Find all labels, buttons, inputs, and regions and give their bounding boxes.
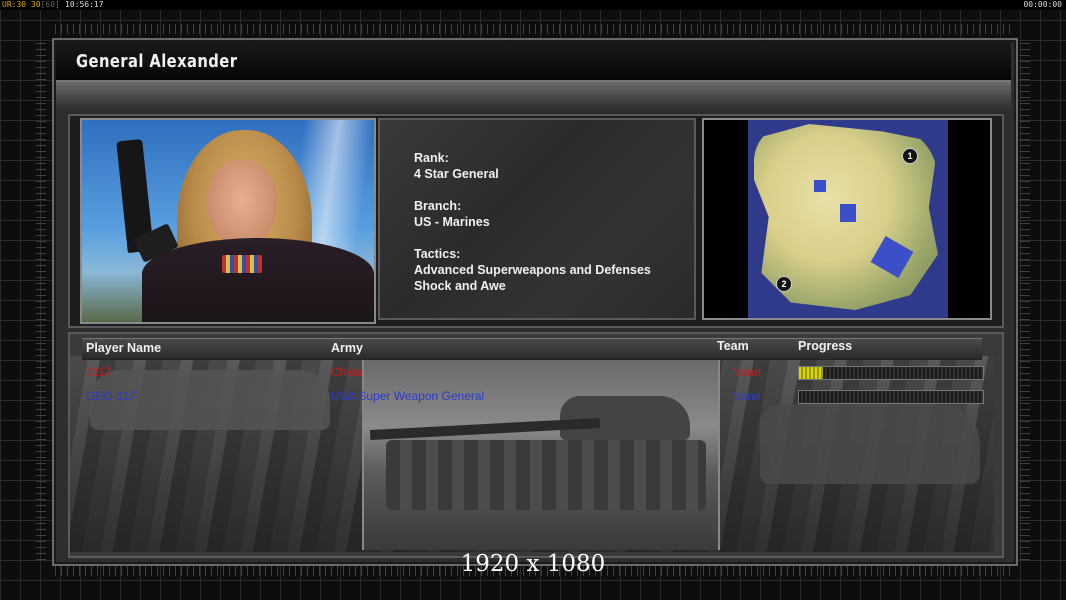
progress-fill [799,367,823,379]
start-position-marker: 1 [902,148,918,164]
header-progress: Progress [798,339,853,353]
general-portrait [80,118,376,324]
table-row: 3117 China None [82,363,988,383]
players-table-header: Player Name Army Team Progress [82,338,982,360]
frame-ruler-top [55,24,1011,34]
system-clock: 10:56:17 [65,0,104,9]
tactics-item: Advanced Superweapons and Defenses [414,263,651,277]
header-player-name: Player Name [86,341,162,355]
general-details: Rank: 4 Star General Branch: US - Marine… [378,118,696,320]
title-bar: General Alexander [56,42,1011,82]
fps-value: 30 [16,0,27,9]
rank-value: 4 Star General [414,167,499,181]
tank-hull-art [386,440,706,510]
tactics-item: Shock and Awe [414,279,506,293]
minimap-lake [840,204,856,222]
table-row: GEO-117 USA Super Weapon General None [82,387,988,407]
fps-readout: UR:30 30[60] [2,0,60,9]
player-army: USA Super Weapon General [331,389,485,403]
player-army: China [331,365,363,379]
player-name: 3117 [86,365,112,379]
minimap: 1 2 [702,118,992,320]
title-sub-bar [56,82,1011,114]
fps-limit: [60] [40,0,60,9]
portrait-face [207,160,277,248]
fps-current: 30 [30,0,41,9]
tank-art-right [760,404,980,484]
frame-ruler-left [36,40,46,560]
header-team: Team [717,339,749,353]
minimap-terrain: 1 2 [748,120,948,318]
header-army: Army [331,341,363,355]
medal-ribbons-icon [222,255,262,273]
game-timer: 00:00:00 [1023,0,1062,9]
minimap-lake [814,180,826,192]
player-team: None [732,365,761,379]
rank-label: Rank: [414,151,449,165]
resolution-caption: 1920 x 1080 [460,551,606,577]
general-name-title: General Alexander [76,51,238,72]
branch-value: US - Marines [414,215,490,229]
loading-progress-bar [798,390,984,404]
start-position-marker: 2 [776,276,792,292]
frame-ruler-right [1020,40,1030,560]
fps-label: UR [2,0,12,9]
portrait-uniform [142,238,374,322]
loading-progress-bar [798,366,984,380]
debug-overlay: UR:30 30[60] 10:56:17 00:00:00 [0,0,1066,10]
branch-label: Branch: [414,199,462,213]
player-team: None [732,389,761,403]
player-name: GEO-117 [86,389,136,403]
tactics-label: Tactics: [414,247,461,261]
